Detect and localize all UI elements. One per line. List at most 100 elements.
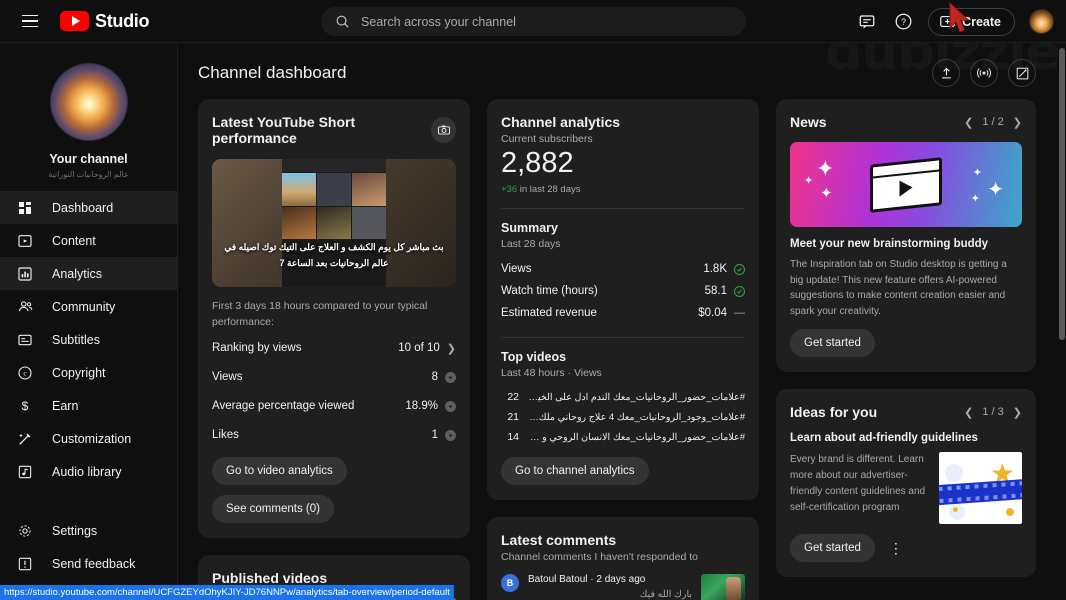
sidebar-item-copyright[interactable]: c Copyright [0,356,177,389]
sidebar-item-dashboard[interactable]: Dashboard [0,191,177,224]
arrow-down-icon [445,400,456,412]
divider [501,337,745,339]
metric-row-ranking[interactable]: Ranking by views 10 of 10 ❯ [212,337,456,360]
chevron-right-icon[interactable]: ❯ [1013,406,1022,419]
sparkle-icon: ✦ [970,193,980,205]
top-bar-actions: ? Create [856,0,1054,43]
latest-comments-card: Latest comments Channel comments I haven… [487,517,759,600]
ideas-get-started-button[interactable]: Get started [790,534,875,562]
summary-value: 58.1 [704,285,727,298]
comment-body: Batoul Batoul · 2 days ago بارك الله فيك [528,574,692,600]
metric-value: 1 [431,429,438,441]
dash-icon: — [734,307,745,320]
chevron-left-icon[interactable]: ❮ [964,406,973,419]
comment-video-thumbnail[interactable] [701,574,745,600]
top-videos-list: #علامات_حضور_الروحانيات_معك الندم ادل عل… [501,387,745,447]
avatar[interactable] [1029,9,1054,34]
studio-logo[interactable]: Studio [60,11,149,32]
sparkle-icon: ✦ [804,175,814,187]
upload-video-button[interactable] [932,59,960,87]
go-live-button[interactable] [970,59,998,87]
sidebar-item-settings[interactable]: Settings [0,514,177,547]
sidebar-item-send-feedback[interactable]: Send feedback [0,547,177,580]
gear-icon [16,522,34,540]
chevron-right-icon[interactable]: ❯ [447,342,456,355]
create-button-label: Create [962,14,1001,29]
sidebar-item-analytics[interactable]: Analytics [0,257,177,290]
chevron-right-icon[interactable]: ❯ [1013,116,1022,129]
metric-label: Average percentage viewed [212,400,355,412]
comment-row[interactable]: B Batoul Batoul · 2 days ago بارك الله ف… [501,574,745,600]
sidebar-item-earn[interactable]: $ Earn [0,389,177,422]
page-header: Channel dashboard [178,43,1066,99]
metric-value-wrap: 10 of 10 ❯ [398,342,456,355]
news-card: News ❮ 1 / 2 ❯ ✦ ✦ ✦ ✦ ✦ ✦ Meet your new… [776,99,1036,372]
arrow-down-icon [445,371,456,383]
play-icon [899,178,913,196]
help-icon[interactable]: ? [892,11,914,33]
short-topbar [282,159,386,172]
hamburger-icon[interactable] [10,1,50,41]
top-video-row[interactable]: #علامات_حضور_الروحانيات_معك الندم ادل عل… [501,387,745,407]
copyright-icon: c [16,364,34,382]
sidebar-label: Content [52,233,96,248]
sidebar-label: Dashboard [52,200,114,215]
column-middle: Channel analytics Current subscribers 2,… [487,99,759,600]
summary-value: 1.8K [703,263,727,276]
camera-icon[interactable] [431,117,456,143]
sparkle-icon: ✦ [820,185,833,202]
news-get-started-button[interactable]: Get started [790,329,875,357]
feedback-icon[interactable] [856,11,878,33]
channel-avatar[interactable] [49,63,128,141]
summary-period: Last 28 days [501,238,561,251]
top-video-views: 21 [507,411,519,424]
summary-rows: Views 1.8K Watch time (hours) 58.1 Estim… [501,258,745,324]
scrollbar-thumb[interactable] [1059,48,1065,340]
sidebar-item-community[interactable]: Community [0,290,177,323]
search-bar[interactable] [321,7,746,36]
metric-value: 8 [431,371,438,383]
ideas-content-row: Every brand is different. Learn more abo… [790,452,1022,524]
published-videos-title: Published videos [212,569,328,586]
short-thumbnail[interactable]: بث مباشر كل يوم الكشف و العلاج على التيك… [212,159,456,287]
subtitles-icon [16,331,34,349]
main-content: Channel dashboard Latest YouTube Short p… [178,43,1066,600]
create-button[interactable]: Create [928,7,1015,36]
top-video-title: #علامات_حضور_الروحانيات_معك الندم ادل عل… [528,391,745,403]
analytics-icon [16,265,34,283]
sidebar-item-subtitles[interactable]: Subtitles [0,323,177,356]
earn-icon: $ [16,397,34,415]
sidebar-item-content[interactable]: Content [0,224,177,257]
analytics-card-title: Channel analytics [501,114,621,130]
metric-value: 10 of 10 [398,342,440,354]
ideas-card: Ideas for you ❮ 1 / 3 ❯ Learn about ad-f… [776,389,1036,577]
top-video-row[interactable]: #علامات_حضور_الروحانيات_معك الانسان الرو… [501,427,745,447]
kebab-menu-icon[interactable]: ⋮ [889,540,904,557]
column-left: Latest YouTube Short performance بث مباش… [198,99,470,600]
subscriber-delta: +36 in last 28 days [501,184,745,195]
page-actions [932,59,1036,87]
go-to-channel-analytics-button[interactable]: Go to channel analytics [501,457,649,486]
sidebar-item-audio-library[interactable]: Audio library [0,455,177,488]
pencil-icon [1016,67,1028,79]
create-post-button[interactable] [1008,59,1036,87]
ideas-card-title: Ideas for you [790,404,878,420]
sidebar-item-customization[interactable]: Customization [0,422,177,455]
summary-label: Watch time (hours) [501,285,598,298]
news-image: ✦ ✦ ✦ ✦ ✦ ✦ [790,142,1022,227]
top-video-row[interactable]: #علامات_وجود_الروحانيات_معك 4 علاج روحان… [501,407,745,427]
channel-block[interactable]: Your channel عالم الروحانيات النورانية [0,43,177,191]
create-plus-icon [940,15,955,28]
youtube-play-icon [60,11,89,31]
sidebar: Your channel عالم الروحانيات النورانية D… [0,43,178,600]
youtube-studio-dashboard: Studio ? [0,0,1066,600]
go-to-video-analytics-button[interactable]: Go to video analytics [212,456,347,485]
chevron-left-icon[interactable]: ❮ [964,116,973,129]
metric-row-avg-viewed: Average percentage viewed 18.9% [212,395,456,418]
metric-label: Ranking by views [212,342,302,354]
summary-value: $0.04 [698,307,727,320]
search-input[interactable] [361,14,701,29]
svg-text:c: c [23,368,27,377]
see-comments-button[interactable]: See comments (0) [212,494,334,523]
news-card-title: News [790,114,827,130]
